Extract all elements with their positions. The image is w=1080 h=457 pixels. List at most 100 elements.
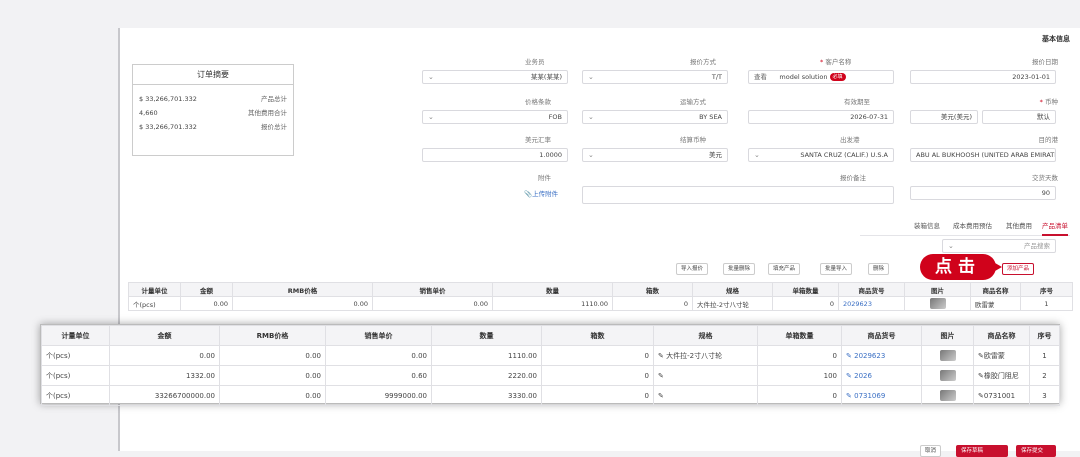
submit-button[interactable]: 保存提交 (1016, 445, 1056, 457)
departure-port-select[interactable]: SANTA CRUZ (CALIF.) U.S.A (748, 148, 894, 162)
click-callout: 点击 (920, 254, 1002, 280)
cell: 欧雷蒙 (970, 296, 1021, 311)
product-image (921, 365, 974, 386)
quote-date-input[interactable]: 2023-01-01 (910, 70, 1056, 84)
salesperson-select[interactable]: 某某(某某) (422, 70, 568, 84)
cell-boxes[interactable]: 0 (541, 365, 654, 386)
cell[interactable]: 2029623 (838, 296, 905, 311)
col-no: 序号 (1029, 325, 1060, 346)
cell: 0 (612, 296, 693, 311)
field-label: 价格条款 (525, 98, 551, 106)
cell-spec[interactable]: ✎ 大件拉-2寸八寸轮 (653, 345, 758, 366)
cell-no: 3 (1029, 385, 1060, 406)
summary-row: $ 33,266,701.332 产品总计 (139, 95, 287, 103)
col-spec: 规格 (653, 325, 758, 346)
product-search-input[interactable]: 产品搜索 (942, 239, 1056, 253)
delete-button[interactable]: 删除 (868, 263, 890, 275)
chevron-down-icon: ⌄ (948, 242, 954, 250)
field-label: 美元汇率 (525, 136, 551, 144)
currency-select[interactable]: 美元(美元) (910, 110, 978, 124)
tab-other-fees[interactable]: 其他费用 (1006, 218, 1032, 234)
cancel-button[interactable]: 取消 (920, 445, 942, 457)
product-tabs: 产品清单 其他费用 成本费用预估 装箱信息 (860, 218, 1070, 236)
col-rmb: RMB价格 (219, 325, 326, 346)
section-title: 基本信息 (1042, 35, 1070, 43)
cell-code[interactable]: ✎ 2026 (841, 365, 922, 386)
valid-until-input[interactable]: 2026-07-31 (748, 110, 894, 124)
cell-no: 1 (1029, 345, 1060, 366)
cell-no: 2 (1029, 365, 1060, 386)
price-terms-select[interactable]: FOB (422, 110, 568, 124)
cell-code[interactable]: ✎ 2029623 (841, 345, 922, 366)
cell-spec[interactable]: ✎ (653, 385, 758, 406)
col-image: 图片 (904, 282, 971, 297)
edit-icon[interactable]: ✎ (846, 392, 852, 400)
bulk-delete-button[interactable]: 批量删除 (723, 263, 756, 275)
col-boxes: 箱数 (541, 325, 654, 346)
col-rmb: RMB价格 (232, 282, 373, 297)
edit-icon[interactable]: ✎ (846, 372, 852, 380)
chevron-down-icon: ⌄ (588, 73, 594, 81)
tab-packing-info[interactable]: 装箱信息 (914, 218, 940, 234)
currency-default-select[interactable]: 默认 (982, 110, 1056, 124)
cell-price[interactable]: 9999000.00 (325, 385, 432, 406)
bulk-import-button[interactable]: 批量导入 (820, 263, 853, 275)
cell-qty[interactable]: 3330.00 (431, 385, 542, 406)
table-row: 个(pcs) 33266700000.00 0.00 9999000.00 33… (41, 385, 1060, 406)
edit-icon[interactable]: ✎ (658, 372, 664, 380)
fill-product-button[interactable]: 填充产品 (768, 263, 801, 275)
cell-boxes[interactable]: 0 (541, 345, 654, 366)
edit-icon[interactable]: ✎ (846, 352, 852, 360)
field-label: 报价日期 (1032, 58, 1058, 66)
cell-name: ✎橡胶门阻尼 (973, 365, 1030, 386)
cell-rmb: 0.00 (219, 345, 326, 366)
cell-box-qty[interactable]: 0 (757, 345, 842, 366)
cell-name: ✎欧雷蒙 (973, 345, 1030, 366)
edit-icon[interactable]: ✎ (658, 392, 664, 400)
edit-icon[interactable]: ✎ (658, 352, 664, 360)
cell-boxes[interactable]: 0 (541, 385, 654, 406)
cell-qty[interactable]: 1110.00 (431, 345, 542, 366)
zoomed-product-table: 计量单位 金额 RMB价格 销售单价 数量 箱数 规格 单箱数量 商品货号 图片… (40, 324, 1060, 406)
cell-price[interactable]: 0.60 (325, 365, 432, 386)
shipping-select[interactable]: BY SEA (582, 110, 728, 124)
col-boxes: 箱数 (612, 282, 693, 297)
exchange-rate-input[interactable]: 1.0000 (422, 148, 568, 162)
remarks-textarea[interactable] (582, 186, 894, 204)
field-label: 结算币种 (680, 136, 706, 144)
customer-input[interactable]: 查看 model solution 必填 (748, 70, 894, 84)
col-no: 序号 (1020, 282, 1073, 297)
import-quote-button[interactable]: 导入报价 (676, 263, 709, 275)
cell-name: ✎0731001 (973, 385, 1030, 406)
chevron-down-icon: ⌄ (754, 151, 760, 159)
table-row: 个(pcs) 1332.00 0.00 0.60 2220.00 0 ✎ 100… (41, 365, 1060, 386)
delivery-days-input[interactable]: 90 (910, 186, 1056, 200)
save-draft-button[interactable]: 保存草稿 (956, 445, 1008, 457)
field-label: 交货天数 (1032, 174, 1058, 182)
col-unit: 计量单位 (128, 282, 181, 297)
attachment-icon: 📎 (524, 190, 533, 198)
product-image (904, 296, 971, 311)
col-spec: 规格 (692, 282, 773, 297)
add-product-button[interactable]: 添加产品 (1002, 263, 1035, 275)
cell-spec[interactable]: ✎ (653, 365, 758, 386)
cell-price[interactable]: 0.00 (325, 345, 432, 366)
cell: 0 (772, 296, 839, 311)
field-label: 报价备注 (840, 174, 866, 182)
col-name: 商品名称 (973, 325, 1030, 346)
col-price: 销售单价 (372, 282, 493, 297)
tab-product-list[interactable]: 产品清单 (1042, 218, 1068, 236)
chevron-down-icon: ⌄ (588, 151, 594, 159)
destination-port-select[interactable]: ABU AL BUKHOOSH (UNITED ARAB EMIRATES) (910, 148, 1056, 162)
payment-select[interactable]: T/T (582, 70, 728, 84)
cell-code[interactable]: ✎ 0731069 (841, 385, 922, 406)
cell-qty[interactable]: 2220.00 (431, 365, 542, 386)
upload-attachment-link[interactable]: 📎上传附件 (524, 188, 558, 198)
cell-box-qty[interactable]: 0 (757, 385, 842, 406)
settlement-currency-select[interactable]: 美元 (582, 148, 728, 162)
cell-rmb: 0.00 (219, 385, 326, 406)
cell-box-qty[interactable]: 100 (757, 365, 842, 386)
tab-cost-estimate[interactable]: 成本费用预估 (953, 218, 992, 234)
product-table: 计量单位 金额 RMB价格 销售单价 数量 箱数 规格 单箱数量 商品货号 图片… (41, 325, 1060, 406)
cell: 0.00 (232, 296, 373, 311)
